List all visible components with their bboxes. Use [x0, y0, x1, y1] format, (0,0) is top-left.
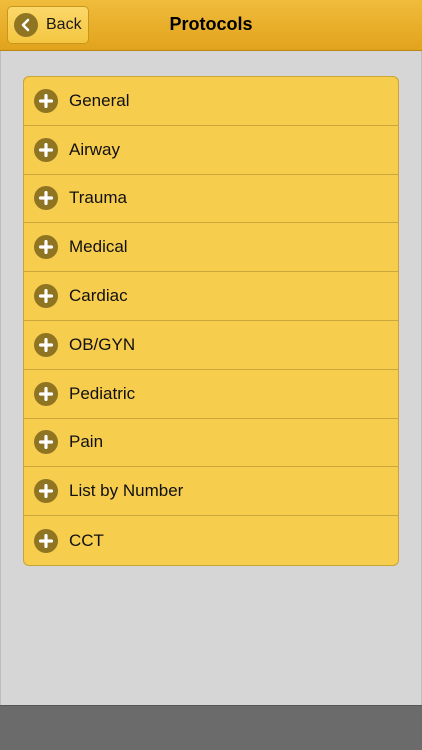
protocol-item-label: List by Number — [69, 481, 184, 501]
protocol-item-label: CCT — [69, 530, 104, 550]
protocol-item-pain[interactable]: Pain — [24, 419, 398, 468]
protocol-item-label: Airway — [69, 139, 121, 159]
protocol-item-label: OB/GYN — [69, 334, 136, 354]
navigation-bar: Back Protocols — [0, 0, 422, 51]
plus-circle-icon — [34, 284, 58, 309]
plus-circle-icon — [34, 528, 58, 553]
plus-circle-icon — [34, 137, 58, 162]
protocol-item-medical[interactable]: Medical — [24, 223, 398, 273]
protocol-item-label: General — [69, 90, 130, 110]
protocol-item-label: Trauma — [69, 188, 127, 208]
plus-circle-icon — [34, 88, 58, 113]
plus-circle-icon — [34, 479, 58, 504]
protocol-item-cct[interactable]: CCT — [24, 516, 398, 565]
protocol-item-label: Pain — [69, 432, 104, 452]
protocol-item-general[interactable]: General — [24, 77, 398, 126]
plus-circle-icon — [34, 430, 58, 455]
protocol-item-label: Cardiac — [69, 286, 128, 306]
plus-circle-icon — [34, 235, 58, 260]
plus-circle-icon — [34, 332, 58, 357]
page-title: Protocols — [169, 14, 253, 34]
protocol-item-label: Pediatric — [69, 383, 136, 403]
protocol-item-list-by-number[interactable]: List by Number — [24, 467, 398, 517]
protocol-item-airway[interactable]: Airway — [24, 126, 398, 175]
bottom-toolbar — [0, 705, 422, 750]
protocol-item-trauma[interactable]: Trauma — [24, 175, 398, 224]
protocol-item-ob-gyn[interactable]: OB/GYN — [24, 321, 398, 370]
protocol-list: General Airway Trauma Medical Cardiac OB… — [23, 76, 399, 566]
protocol-item-pediatric[interactable]: Pediatric — [24, 370, 398, 419]
plus-circle-icon — [34, 381, 58, 406]
protocol-item-cardiac[interactable]: Cardiac — [24, 272, 398, 321]
plus-circle-icon — [34, 186, 58, 211]
protocol-item-label: Medical — [69, 237, 128, 257]
